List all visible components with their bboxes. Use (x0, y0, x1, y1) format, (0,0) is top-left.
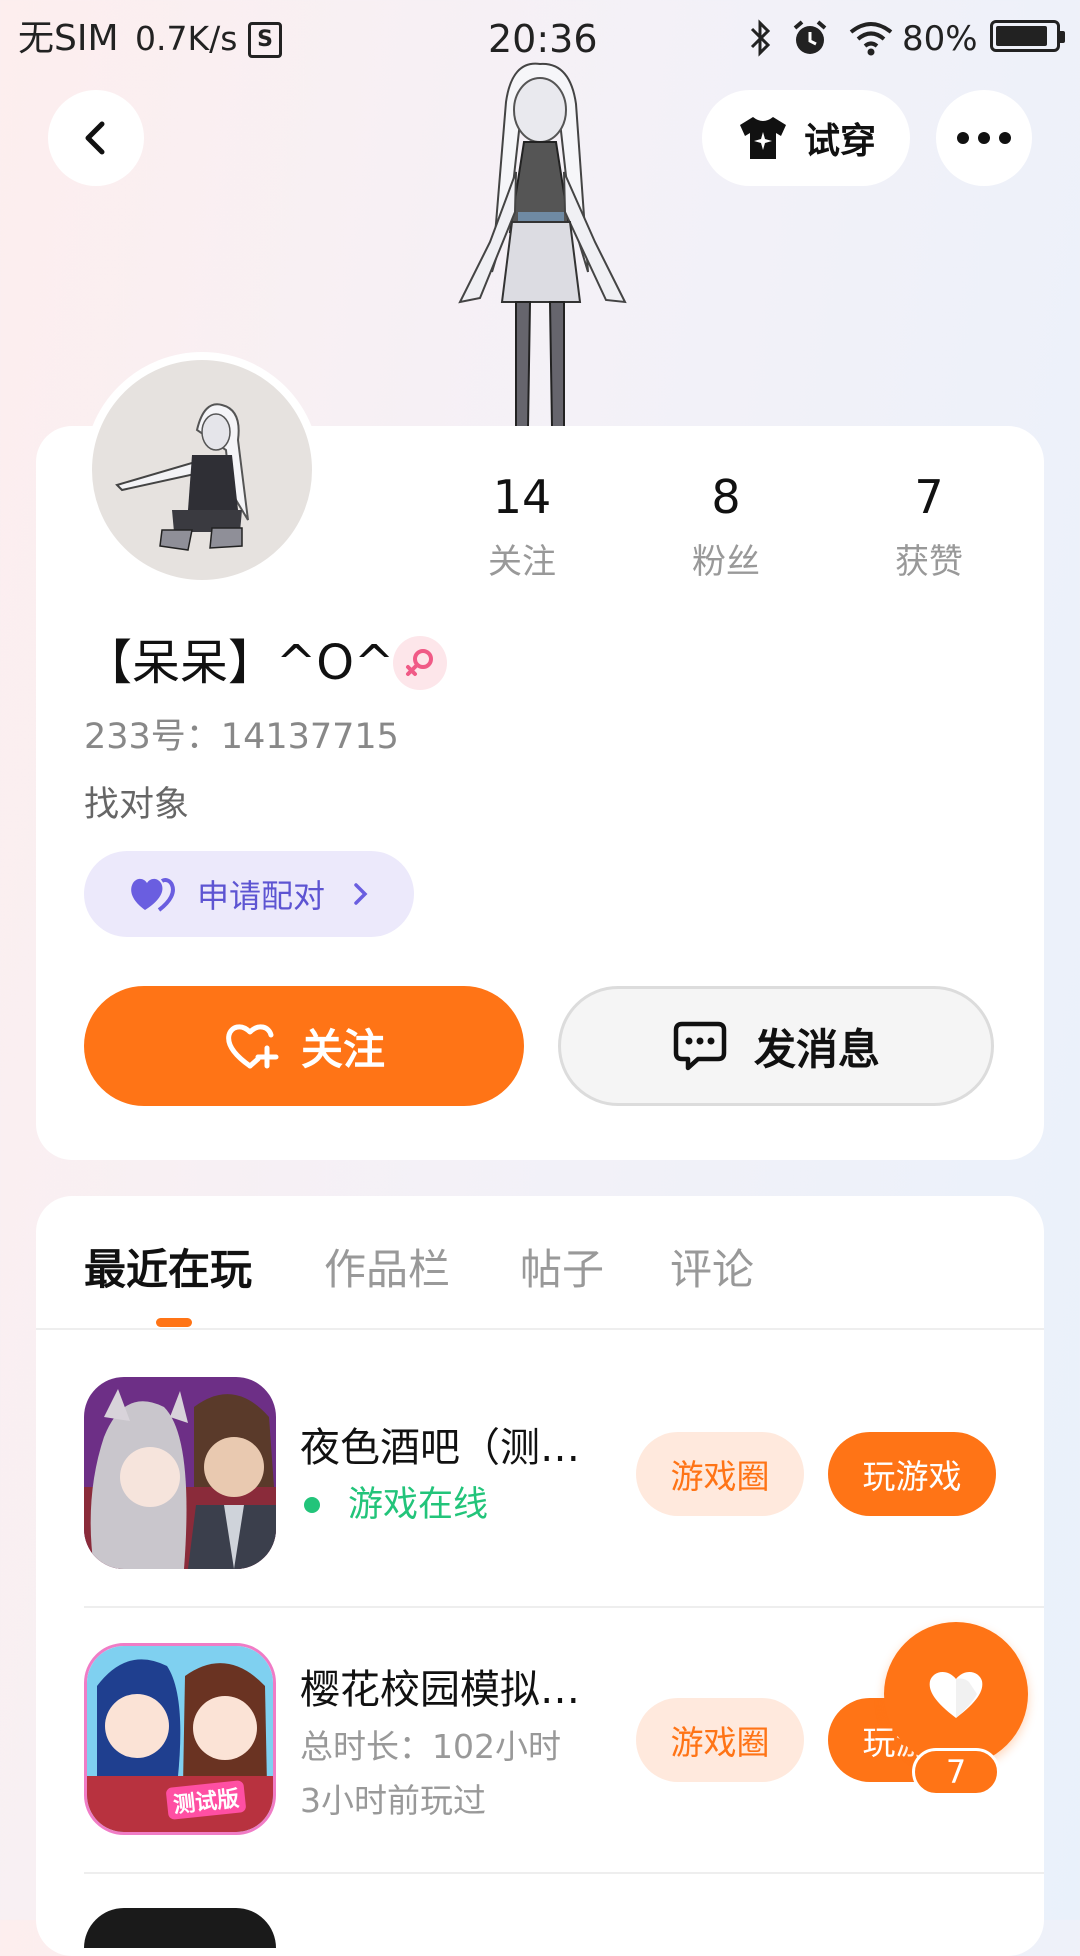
hero-avatar-figure (458, 62, 627, 427)
follow-label: 关注 (300, 1024, 385, 1074)
bio: 找对象 (84, 785, 190, 825)
clock: 20:36 (488, 17, 598, 61)
alarm-icon (793, 20, 827, 54)
content-card (36, 1196, 1044, 1956)
night-bar-art (84, 1377, 276, 1569)
play-game-button[interactable]: 玩游戏 (828, 1432, 996, 1516)
battery-percent: 80% (902, 19, 978, 59)
user-id: 233号：14137715 (84, 717, 399, 757)
following-count[interactable]: 14 (442, 470, 602, 524)
game-icon-night-bar[interactable] (84, 1377, 276, 1569)
last-played: 3小时前玩过 (300, 1781, 486, 1820)
more-button[interactable] (936, 90, 1032, 186)
row-divider (84, 1606, 1044, 1608)
online-dot (304, 1497, 320, 1513)
back-button[interactable] (48, 90, 144, 186)
chevron-right-icon (354, 883, 368, 905)
more-dots-icon (957, 132, 1011, 144)
play-duration: 总时长：102小时 (300, 1727, 561, 1766)
tab-posts[interactable]: 帖子 (520, 1240, 604, 1300)
try-on-button[interactable]: 试穿 (702, 90, 910, 186)
follow-button[interactable]: 关注 (84, 986, 524, 1106)
profile-name: 【呆呆】^O^ (84, 635, 395, 691)
heart-plus-icon (226, 1024, 279, 1069)
message-label: 发消息 (753, 1024, 880, 1074)
female-icon (406, 649, 433, 676)
followers-label[interactable]: 粉丝 (646, 534, 806, 583)
avatar[interactable] (84, 352, 320, 588)
game-icon-sakura-school[interactable]: 测试版 (84, 1643, 276, 1835)
network-speed: 0.7K/s (135, 19, 238, 58)
gender-badge (393, 636, 447, 690)
like-count-badge: 7 (912, 1748, 1000, 1796)
likes-label[interactable]: 获赞 (849, 534, 1009, 583)
followers-count[interactable]: 8 (646, 470, 806, 524)
pair-request-label: 申请配对 (196, 877, 325, 915)
game-title[interactable]: 樱花校园模拟… (300, 1662, 580, 1718)
tab-divider (36, 1328, 1044, 1330)
tab-works[interactable]: 作品栏 (324, 1240, 450, 1300)
carrier-label: 无SIM (18, 18, 119, 59)
game-circle-button[interactable]: 游戏圈 (636, 1698, 804, 1782)
game-icon-partial[interactable] (84, 1908, 276, 1948)
try-on-label: 试穿 (803, 121, 876, 162)
heart-icon (929, 1672, 983, 1718)
wifi-icon (849, 22, 893, 56)
game-circle-button[interactable]: 游戏圈 (636, 1432, 804, 1516)
pair-request-button[interactable]: 申请配对 (84, 851, 414, 937)
avatar-figure (115, 403, 249, 551)
following-label[interactable]: 关注 (442, 534, 602, 583)
floating-like-button[interactable] (884, 1622, 1028, 1766)
bluetooth-icon (750, 19, 771, 57)
battery-icon (990, 20, 1065, 52)
row-divider (84, 1872, 1044, 1874)
tab-active-indicator (156, 1318, 192, 1327)
game-status: 游戏在线 (348, 1485, 489, 1525)
shirt-icon (739, 117, 786, 159)
message-button[interactable]: 发消息 (558, 986, 994, 1106)
tab-comments[interactable]: 评论 (670, 1240, 754, 1300)
tab-recently-played[interactable]: 最近在玩 (84, 1240, 252, 1300)
game-title[interactable]: 夜色酒吧（测… (300, 1420, 580, 1476)
heart-pair-icon (131, 878, 175, 912)
likes-count[interactable]: 7 (849, 470, 1009, 524)
chevron-left-icon (85, 121, 105, 155)
sim-icon: S (248, 22, 282, 58)
chat-bubble-icon (673, 1021, 727, 1071)
